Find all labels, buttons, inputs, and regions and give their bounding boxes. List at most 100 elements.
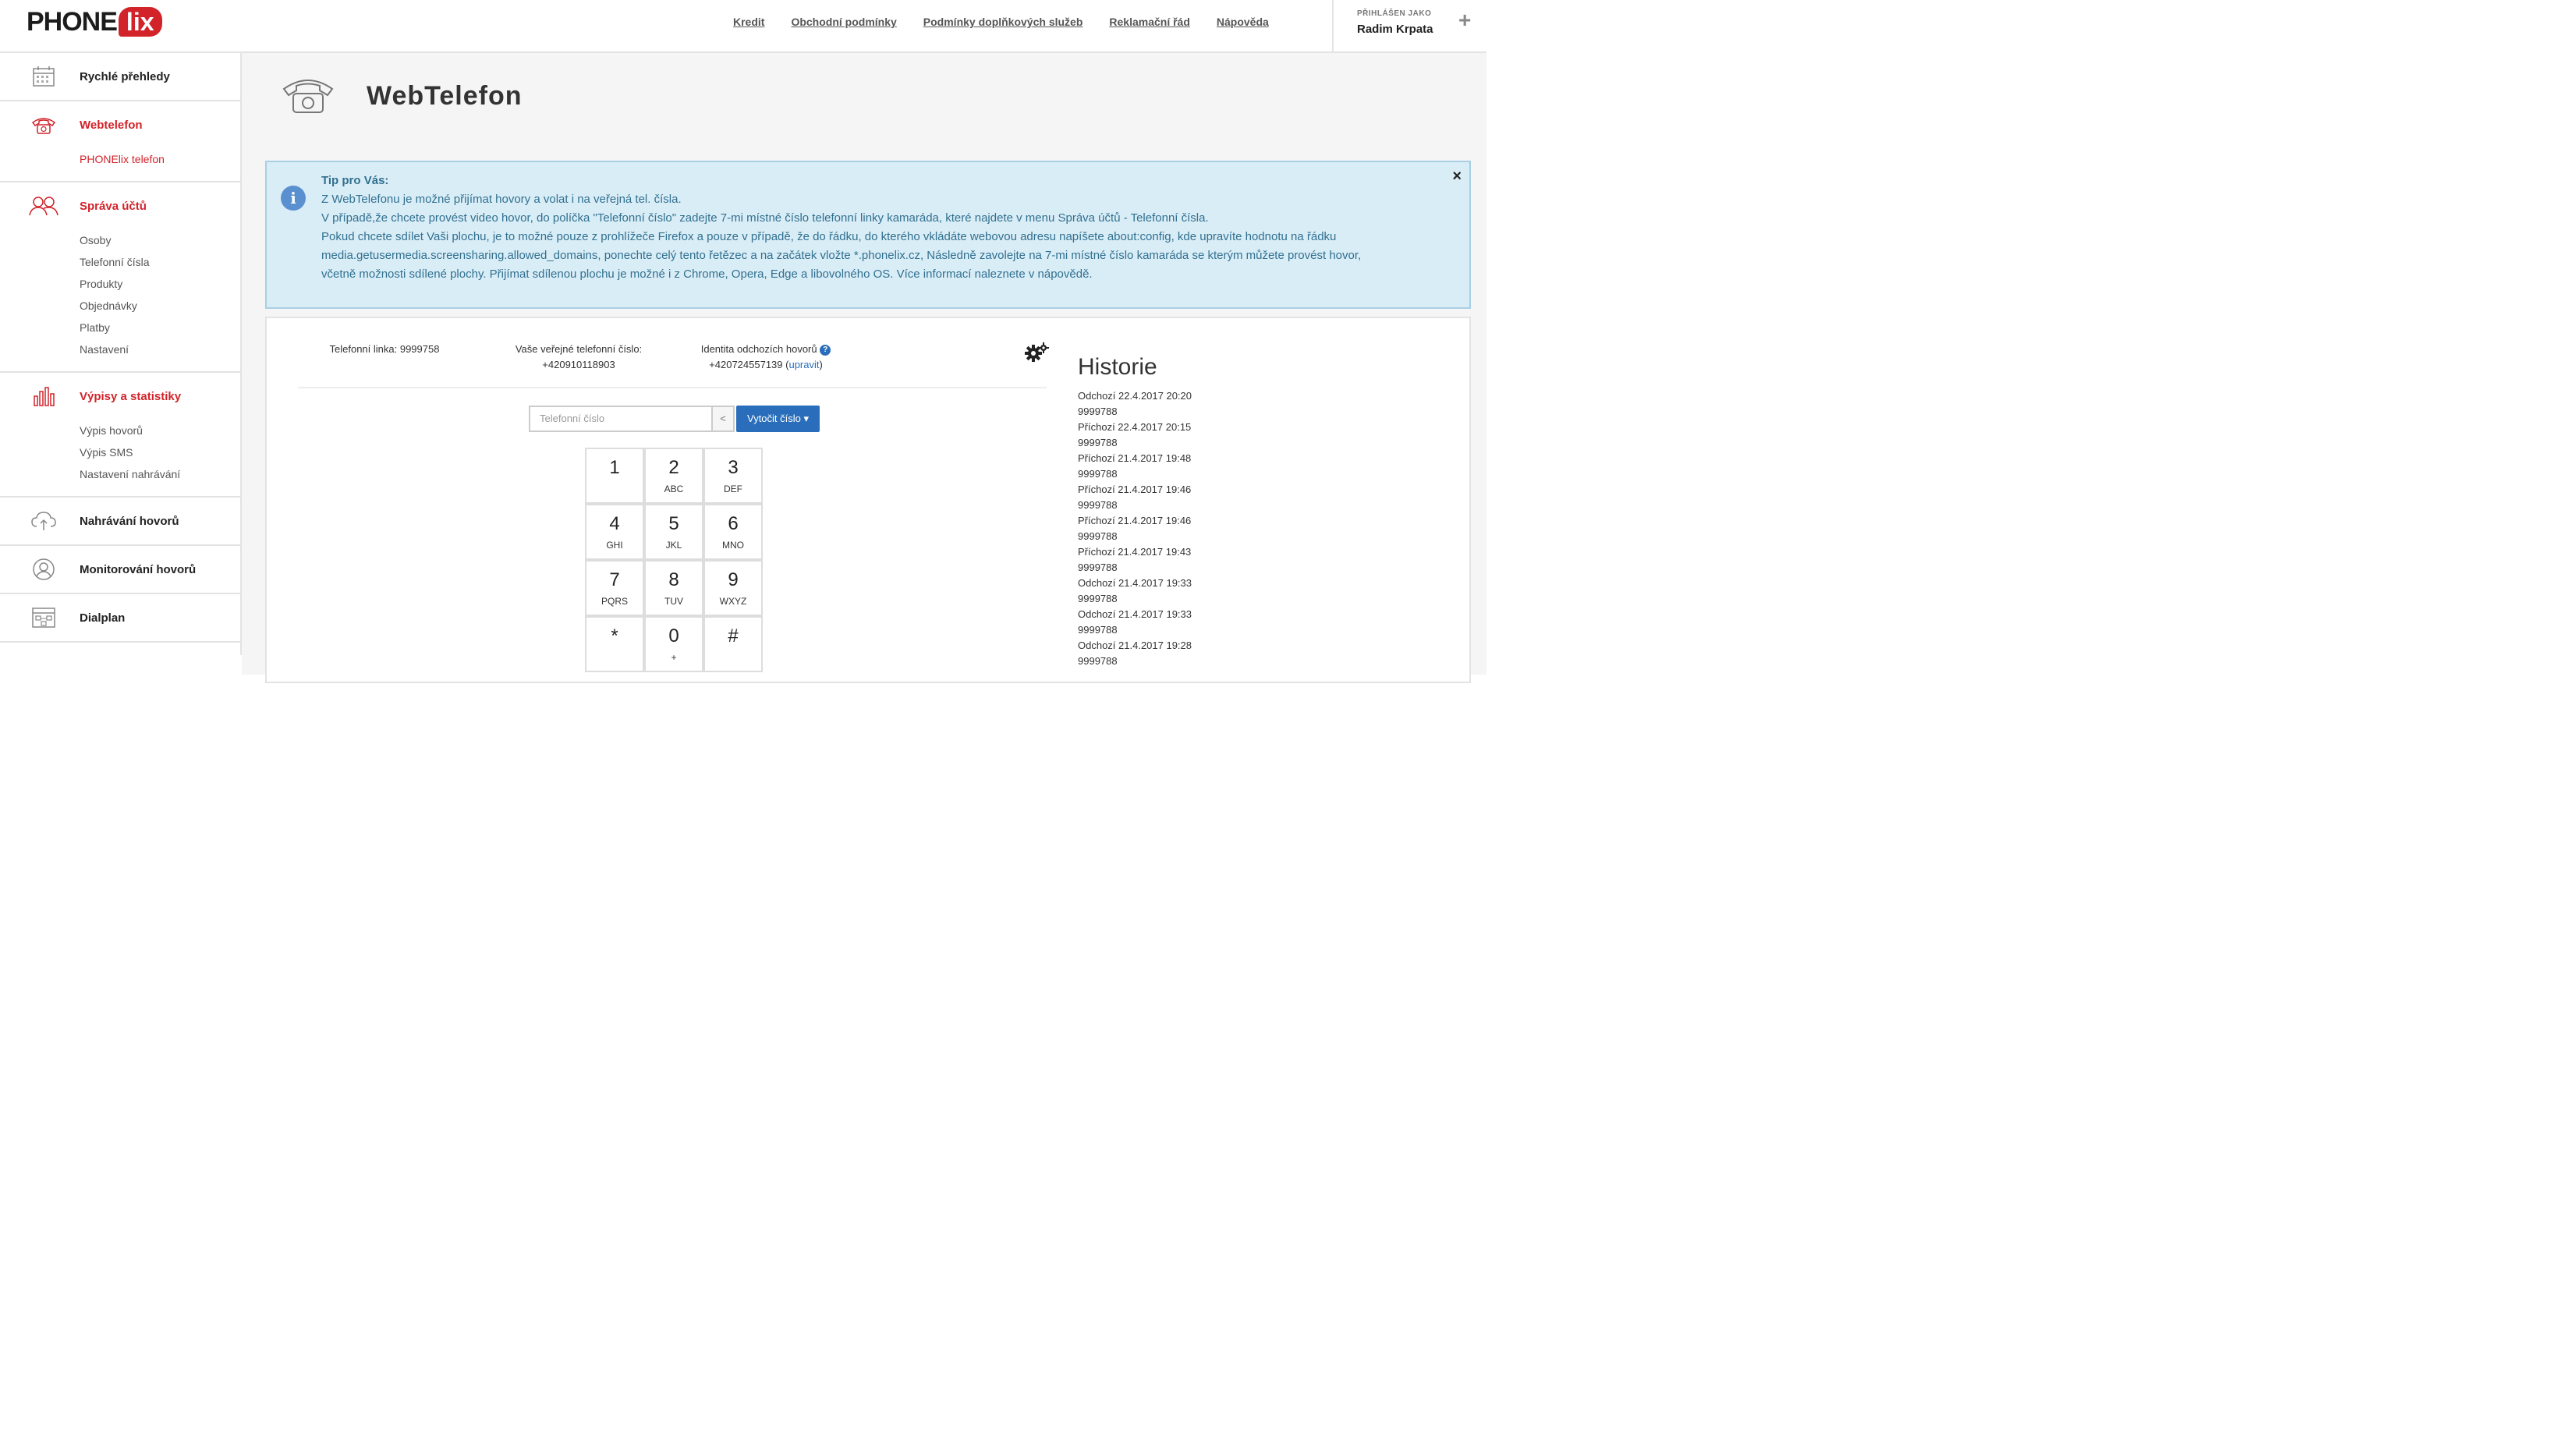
key-number: 7 <box>609 569 620 590</box>
key-2[interactable]: 2 ABC <box>644 448 703 504</box>
line-label: Telefonní linka: 9999758 <box>329 343 440 355</box>
key-letters: MNO <box>722 540 744 551</box>
sidebar-sublist: Výpis hovorů Výpis SMS Nastavení nahrává… <box>0 420 240 496</box>
key-7[interactable]: 7 PQRS <box>585 560 644 616</box>
history-call-number: 9999788 <box>1078 437 1118 448</box>
history-call-entry[interactable]: Odchozí 21.4.2017 19:33 <box>1078 607 1405 622</box>
plus-icon[interactable]: + <box>1458 9 1471 31</box>
key-3[interactable]: 3 DEF <box>703 448 763 504</box>
public-number-label: Vaše veřejné telefonní číslo: <box>515 343 643 355</box>
sidebar-subitem-phonelix-telefon[interactable]: PHONElix telefon <box>80 148 240 170</box>
history-call-entry[interactable]: Příchozí 21.4.2017 19:46 <box>1078 482 1405 498</box>
history-call-number: 9999788 <box>1078 624 1118 636</box>
key-letters: JKL <box>665 540 682 551</box>
sidebar-subitem-vypis-hovoru[interactable]: Výpis hovorů <box>80 420 240 441</box>
keypad: 1 2 ABC 3 DEF 4 GHI 5 JKL 6 MNO 7 PQRS 8 TUV 9 W… <box>585 448 763 672</box>
history-call-number: 9999788 <box>1078 468 1118 480</box>
nav-link-obchodni-podminky[interactable]: Obchodní podmínky <box>791 16 896 28</box>
identity-edit-link[interactable]: upravit <box>788 359 819 370</box>
info-icon: i <box>281 186 306 211</box>
key-letters: WXYZ <box>719 596 747 607</box>
key-hash[interactable]: # <box>703 616 763 672</box>
main-content: WebTelefon i × Tip pro Vás: Z WebTelefon… <box>242 53 1486 683</box>
key-letters: DEF <box>724 484 742 494</box>
nav-link-podminky-doplnkovych-sluzeb[interactable]: Podmínky doplňkových služeb <box>923 16 1083 28</box>
history-call-number: 9999788 <box>1078 499 1118 511</box>
sidebar-label: Výpisy a statistiky <box>80 389 182 403</box>
sidebar-subitem-nastaveni[interactable]: Nastavení <box>80 338 240 360</box>
page-title: WebTelefon <box>367 81 523 111</box>
sidebar-label: Rychlé přehledy <box>80 69 170 83</box>
sidebar-subitem-platby[interactable]: Platby <box>80 317 240 338</box>
key-star[interactable]: * <box>585 616 644 672</box>
key-8[interactable]: 8 TUV <box>644 560 703 616</box>
top-nav: Kredit Obchodní podmínky Podmínky doplňk… <box>733 16 1269 28</box>
key-4[interactable]: 4 GHI <box>585 504 644 560</box>
page-header: WebTelefon <box>281 73 523 119</box>
tip-line: Z WebTelefonu je možné přijímat hovory a… <box>321 193 682 206</box>
help-icon[interactable]: ? <box>820 344 831 356</box>
user-box[interactable]: PŘIHLÁŠEN JAKO Radim Krpata <box>1332 0 1449 53</box>
key-number: 0 <box>668 625 679 647</box>
close-icon[interactable]: × <box>1452 167 1462 186</box>
history-panel: Historie Odchozí 22.4.2017 20:20 9999788 P… <box>1078 354 1405 669</box>
history-call-entry[interactable]: Příchozí 21.4.2017 19:43 <box>1078 544 1405 560</box>
history-call-entry[interactable]: Příchozí 21.4.2017 19:48 <box>1078 451 1405 466</box>
key-9[interactable]: 9 WXYZ <box>703 560 763 616</box>
nav-link-kredit[interactable]: Kredit <box>733 16 764 28</box>
key-number: 1 <box>609 457 620 478</box>
sidebar-item-rychle-prehledy[interactable]: Rychlé přehledy <box>0 53 240 100</box>
sidebar-subitem-nastaveni-nahravani[interactable]: Nastavení nahrávání <box>80 463 240 485</box>
sidebar-subitem-telefonni-cisla[interactable]: Telefonní čísla <box>80 251 240 273</box>
history-title: Historie <box>1078 354 1157 380</box>
sidebar-subitem-osoby[interactable]: Osoby <box>80 229 240 251</box>
settings-gears-icon[interactable] <box>1025 342 1050 369</box>
cloud-upload-icon <box>28 508 59 534</box>
top-bar: PHONE lix Kredit Obchodní podmínky Podmí… <box>0 0 1486 53</box>
key-number: 6 <box>728 513 739 534</box>
sidebar-item-webtelefon[interactable]: Webtelefon <box>0 101 240 148</box>
sidebar-subitem-objednavky[interactable]: Objednávky <box>80 295 240 317</box>
key-letters: ABC <box>664 484 684 494</box>
key-number: 5 <box>668 513 679 534</box>
sidebar-subitem-vypis-sms[interactable]: Výpis SMS <box>80 441 240 463</box>
identity-info: Identita odchozích hovorů ? +42072455713… <box>688 342 844 373</box>
nav-link-reklamacni-rad[interactable]: Reklamační řád <box>1109 16 1190 28</box>
key-6[interactable]: 6 MNO <box>703 504 763 560</box>
logo-text: PHONE <box>27 6 118 37</box>
backspace-button[interactable]: < <box>711 406 735 432</box>
history-call-entry[interactable]: Odchozí 21.4.2017 19:33 <box>1078 576 1405 591</box>
line-info: Telefonní linka: 9999758 <box>326 342 443 357</box>
logo[interactable]: PHONE lix <box>27 6 162 37</box>
dialplan-icon <box>28 604 59 631</box>
key-0[interactable]: 0 + <box>644 616 703 672</box>
sidebar-item-sprava-uctu[interactable]: Správa účtů <box>0 182 240 229</box>
history-call-entry[interactable]: Odchozí 21.4.2017 19:28 <box>1078 638 1405 654</box>
key-1[interactable]: 1 <box>585 448 644 504</box>
phone-number-input[interactable]: Telefonní číslo <box>529 406 711 432</box>
history-call-number: 9999788 <box>1078 562 1118 573</box>
bar-chart-icon <box>28 383 59 409</box>
identity-label: Identita odchozích hovorů <box>700 343 817 355</box>
key-5[interactable]: 5 JKL <box>644 504 703 560</box>
sidebar-item-nahravani-hovoru[interactable]: Nahrávání hovorů <box>0 498 240 544</box>
history-call-entry[interactable]: Odchozí 22.4.2017 20:20 <box>1078 388 1405 404</box>
history-call-number: 9999788 <box>1078 593 1118 604</box>
sidebar-item-vypisy-a-statistiky[interactable]: Výpisy a statistiky <box>0 373 240 420</box>
tip-line: V případě,že chcete provést video hovor,… <box>321 211 1209 225</box>
users-icon <box>28 193 59 219</box>
dial-row: Telefonní číslo < Vytočit číslo ▾ <box>529 406 820 432</box>
nav-link-napoveda[interactable]: Nápověda <box>1217 16 1269 28</box>
user-caption: PŘIHLÁŠEN JAKO <box>1357 9 1432 18</box>
sidebar-section-dialplan: Dialplan <box>0 594 240 643</box>
call-button[interactable]: Vytočit číslo ▾ <box>736 406 820 432</box>
tip-alert: i × Tip pro Vás: Z WebTelefonu je možné … <box>265 161 1471 309</box>
sidebar-item-dialplan[interactable]: Dialplan <box>0 594 240 641</box>
sidebar-item-monitorovani-hovoru[interactable]: Monitorování hovorů <box>0 546 240 593</box>
history-call-entry[interactable]: Příchozí 22.4.2017 20:15 <box>1078 420 1405 435</box>
logo-badge: lix <box>118 7 162 37</box>
history-call-entry[interactable]: Příchozí 21.4.2017 19:46 <box>1078 513 1405 529</box>
tip-line: včetně možnosti sdílené plochy. Přijímat… <box>321 267 1093 281</box>
sidebar-sublist: Osoby Telefonní čísla Produkty Objednávk… <box>0 229 240 371</box>
sidebar-subitem-produkty[interactable]: Produkty <box>80 273 240 295</box>
